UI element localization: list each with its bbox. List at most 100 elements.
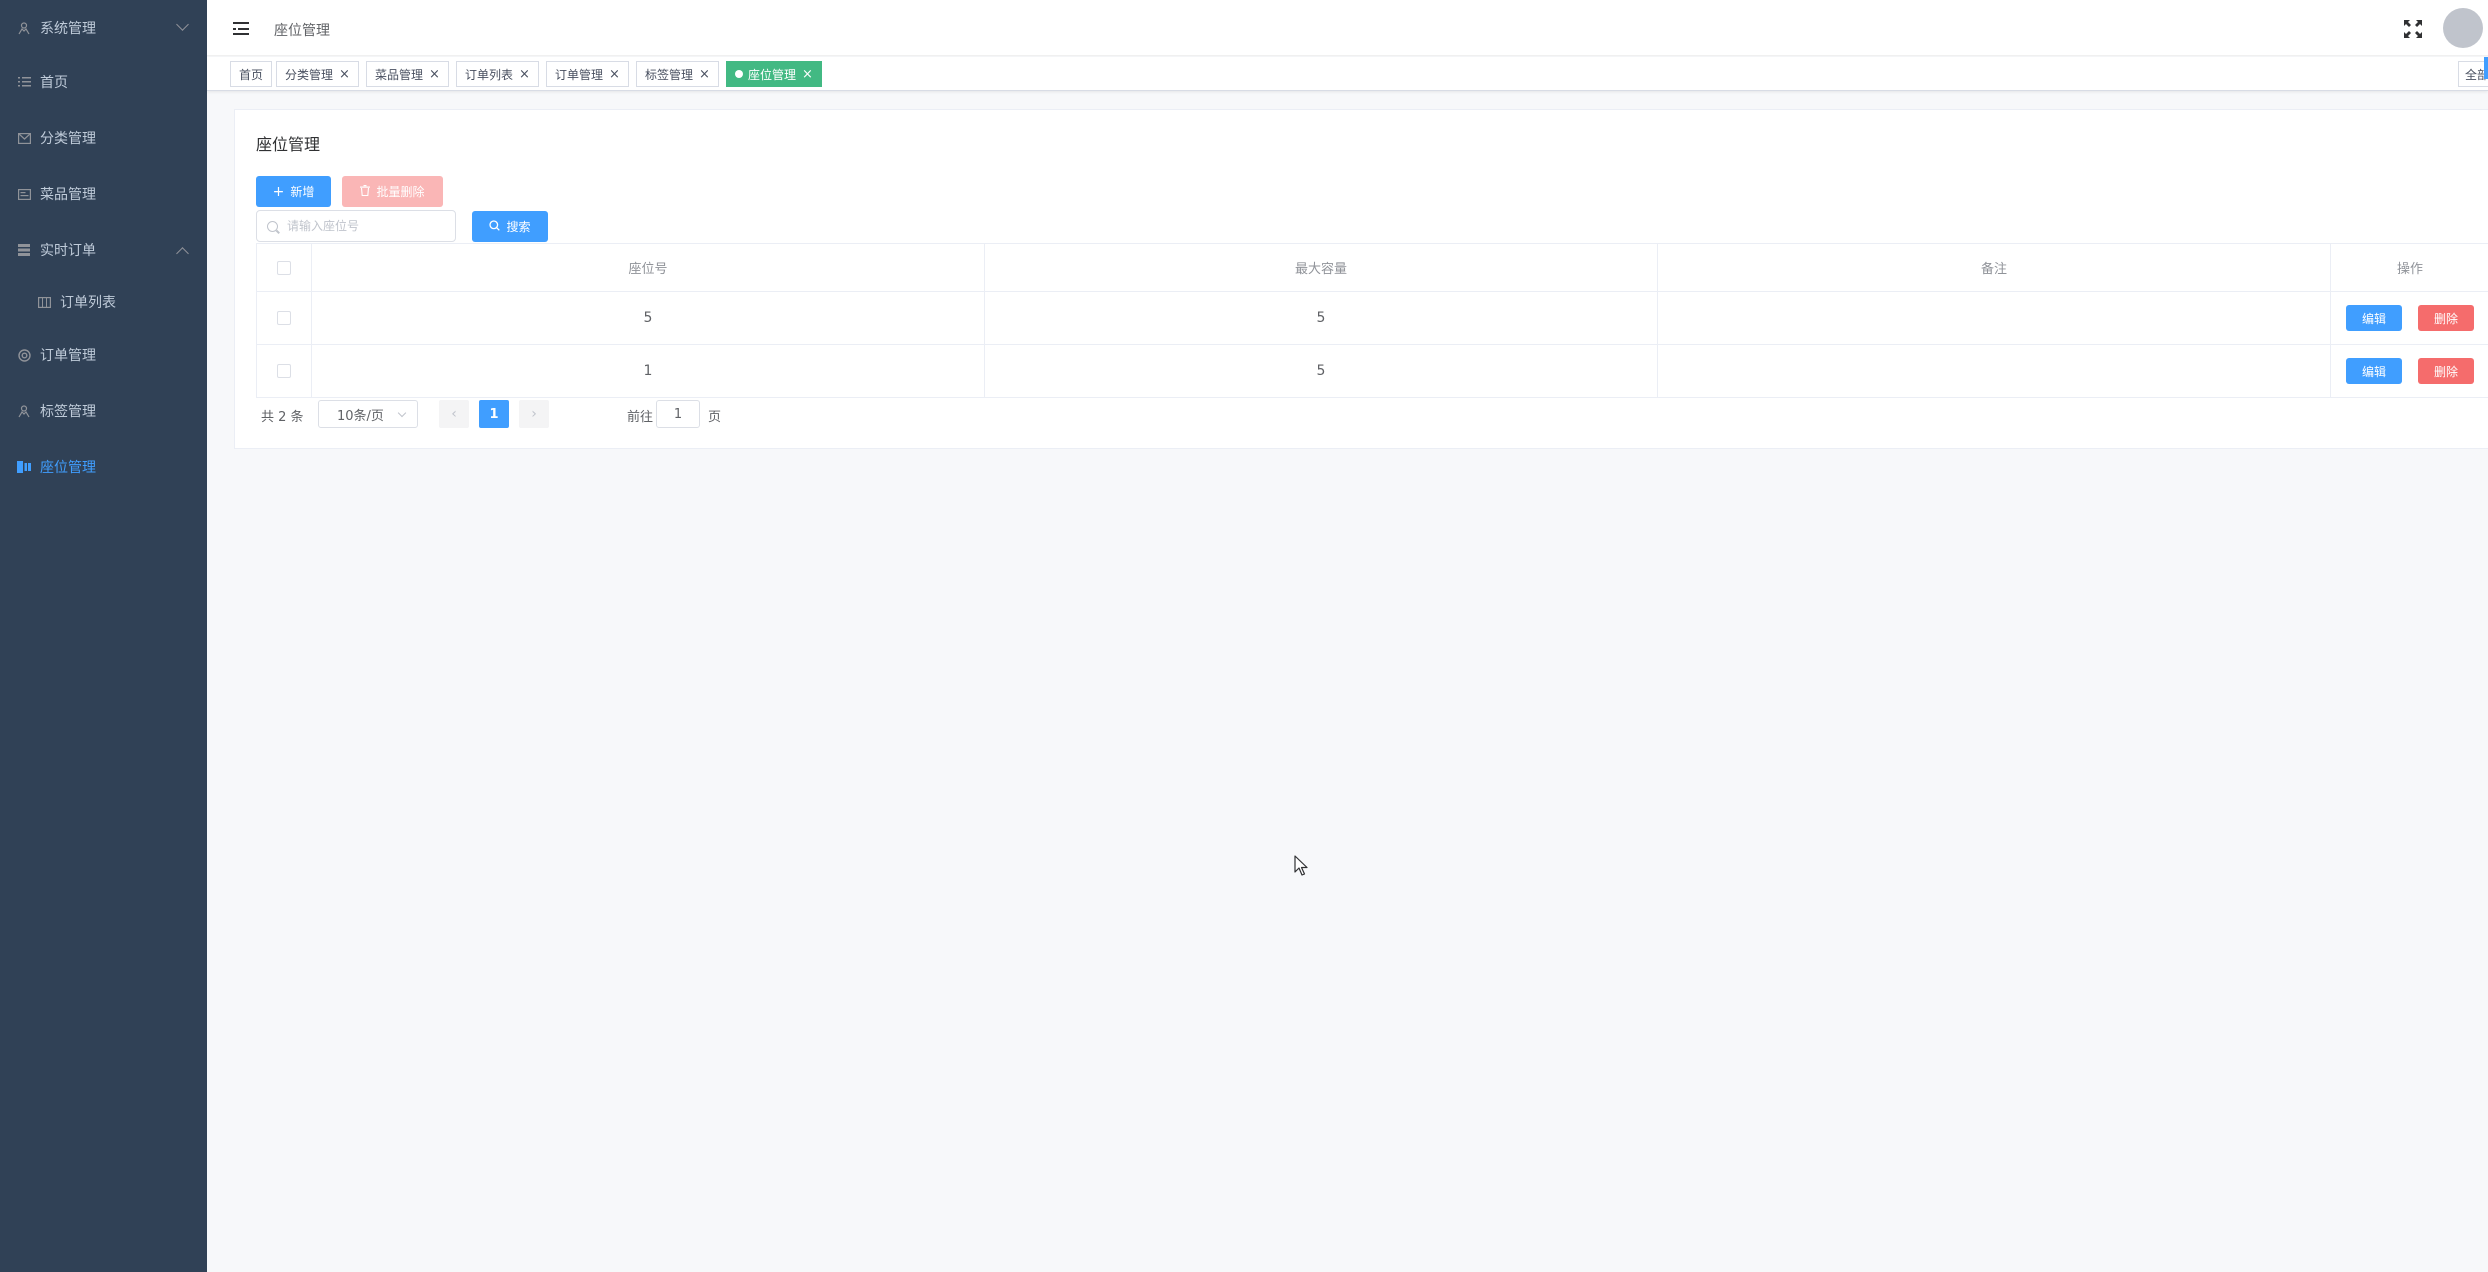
actions-cell: 编辑 删除 — [2331, 292, 2488, 344]
row-select-cell — [256, 345, 312, 397]
capacity-cell: 5 — [985, 345, 1658, 397]
sidebar-item-order-manage[interactable]: 订单管理 — [0, 327, 207, 383]
sidebar-item-label: 首页 — [40, 75, 68, 91]
sidebar-item-label: 订单管理 — [40, 348, 96, 364]
avatar[interactable] — [2443, 8, 2483, 48]
select-all-checkbox[interactable] — [277, 260, 291, 275]
goto-suffix: 页 — [708, 410, 722, 425]
seat-search-field[interactable] — [256, 210, 456, 242]
chevron-down-icon — [176, 18, 189, 31]
edit-button[interactable]: 编辑 — [2346, 305, 2402, 331]
goto-page-input[interactable]: 1 — [656, 400, 700, 428]
prev-page-button[interactable]: ‹ — [439, 400, 469, 428]
tag-label: 标签管理 — [645, 67, 694, 82]
sidebar-item-order-list[interactable]: 订单列表 — [0, 274, 207, 330]
capacity-cell: 5 — [985, 292, 1658, 344]
delete-button[interactable]: 删除 — [2418, 305, 2474, 331]
header-select-cell — [256, 244, 312, 291]
search-button[interactable]: 搜索 — [472, 211, 548, 242]
grid-icon — [17, 243, 31, 257]
close-icon[interactable]: × — [429, 67, 440, 82]
seat-icon — [17, 460, 31, 474]
tag-order-list[interactable]: 订单列表 × — [456, 61, 539, 87]
sidebar-item-label: 标签管理 — [40, 404, 96, 420]
tag-label: 菜品管理 — [375, 67, 424, 82]
search-icon — [489, 219, 501, 235]
row-checkbox[interactable] — [277, 364, 291, 378]
batch-delete-button[interactable]: 批量删除 — [342, 176, 443, 207]
table-header-row: 座位号 最大容量 备注 操作 — [256, 244, 2488, 292]
row-checkbox[interactable] — [277, 311, 291, 325]
sidebar-item-label: 实时订单 — [40, 243, 96, 259]
trash-icon — [360, 184, 371, 200]
close-icon[interactable]: × — [339, 67, 350, 82]
tag-label: 分类管理 — [285, 67, 334, 82]
scroll-indicator — [2484, 57, 2488, 79]
close-icon[interactable]: × — [802, 67, 813, 82]
page-size-value: 10条/页 — [337, 408, 384, 424]
close-icon[interactable]: × — [609, 67, 620, 82]
close-icon[interactable]: × — [699, 67, 710, 82]
tag-order-manage[interactable]: 订单管理 × — [546, 61, 629, 87]
page-size-select[interactable]: 10条/页 — [318, 400, 418, 428]
add-button-label: 新增 — [290, 185, 315, 199]
table-icon — [37, 295, 51, 309]
edit-button[interactable]: 编辑 — [2346, 358, 2402, 384]
sidebar-item-home[interactable]: 首页 — [0, 54, 207, 110]
fullscreen-icon[interactable] — [2403, 19, 2423, 39]
sidebar-item-tags[interactable]: 标签管理 — [0, 383, 207, 439]
sidebar-item-system[interactable]: 系统管理 — [0, 0, 207, 56]
actions-cell: 编辑 删除 — [2331, 345, 2488, 397]
sidebar-item-label: 分类管理 — [40, 131, 96, 147]
tag-tags[interactable]: 标签管理 × — [636, 61, 719, 87]
tag-home[interactable]: 首页 — [230, 61, 273, 87]
tag-category[interactable]: 分类管理 × — [276, 61, 359, 87]
column-header-remark: 备注 — [1658, 244, 2331, 291]
mouse-cursor-icon — [1294, 855, 1310, 877]
hamburger-icon[interactable] — [233, 22, 249, 35]
navbar: 座位管理 — [207, 0, 2488, 56]
tag-dishes[interactable]: 菜品管理 × — [366, 61, 449, 87]
delete-button[interactable]: 删除 — [2418, 358, 2474, 384]
page-title: 座位管理 — [256, 135, 321, 154]
message-icon — [17, 131, 31, 145]
sidebar: 系统管理 首页 分类管理 菜品管理 实时订单 订单列表 订单管理 标签管理 座位… — [0, 0, 207, 1272]
page-number-button[interactable]: 1 — [479, 400, 509, 428]
goto-label: 前往 — [627, 410, 654, 425]
seat-number-cell: 5 — [312, 292, 985, 344]
column-header-capacity: 最大容量 — [985, 244, 1658, 291]
column-header-actions: 操作 — [2396, 262, 2423, 277]
list-icon — [17, 75, 31, 89]
tag-label: 首页 — [239, 67, 264, 82]
sidebar-item-seats[interactable]: 座位管理 — [0, 439, 207, 495]
tag-seats[interactable]: 座位管理 × — [726, 61, 822, 87]
sidebar-item-dishes[interactable]: 菜品管理 — [0, 166, 207, 222]
sidebar-item-realtime-orders[interactable]: 实时订单 — [0, 222, 207, 278]
card-icon — [17, 187, 31, 201]
remark-cell — [1658, 292, 2331, 344]
sidebar-item-category[interactable]: 分类管理 — [0, 110, 207, 166]
next-page-button[interactable]: › — [519, 400, 549, 428]
batch-delete-label: 批量删除 — [376, 185, 425, 199]
pagination-total: 共 2 条 — [261, 410, 304, 425]
seat-search-input[interactable] — [287, 211, 452, 241]
help-icon — [17, 348, 31, 362]
active-dot-icon — [735, 70, 743, 78]
sidebar-item-label: 菜品管理 — [40, 187, 96, 203]
tag-label: 订单列表 — [465, 67, 514, 82]
remark-cell — [1658, 345, 2331, 397]
chevron-up-icon — [176, 247, 189, 260]
chevron-down-icon — [397, 408, 407, 418]
sidebar-item-label: 座位管理 — [40, 460, 96, 476]
seat-table: 座位号 最大容量 备注 操作 5 5 编辑 删除 1 5 编辑 删除 — [256, 243, 2488, 398]
tags-view: 首页 分类管理 × 菜品管理 × 订单列表 × 订单管理 × 标签管理 × 座位… — [207, 57, 2488, 91]
sidebar-item-label: 系统管理 — [40, 21, 96, 37]
column-header-seat: 座位号 — [312, 244, 985, 291]
tag-label: 座位管理 — [748, 67, 797, 82]
user-icon — [17, 21, 31, 35]
breadcrumb: 座位管理 — [274, 23, 330, 39]
close-icon[interactable]: × — [519, 67, 530, 82]
search-icon — [267, 221, 278, 232]
add-button[interactable]: + 新增 — [256, 176, 331, 207]
sidebar-item-label: 订单列表 — [60, 295, 116, 311]
